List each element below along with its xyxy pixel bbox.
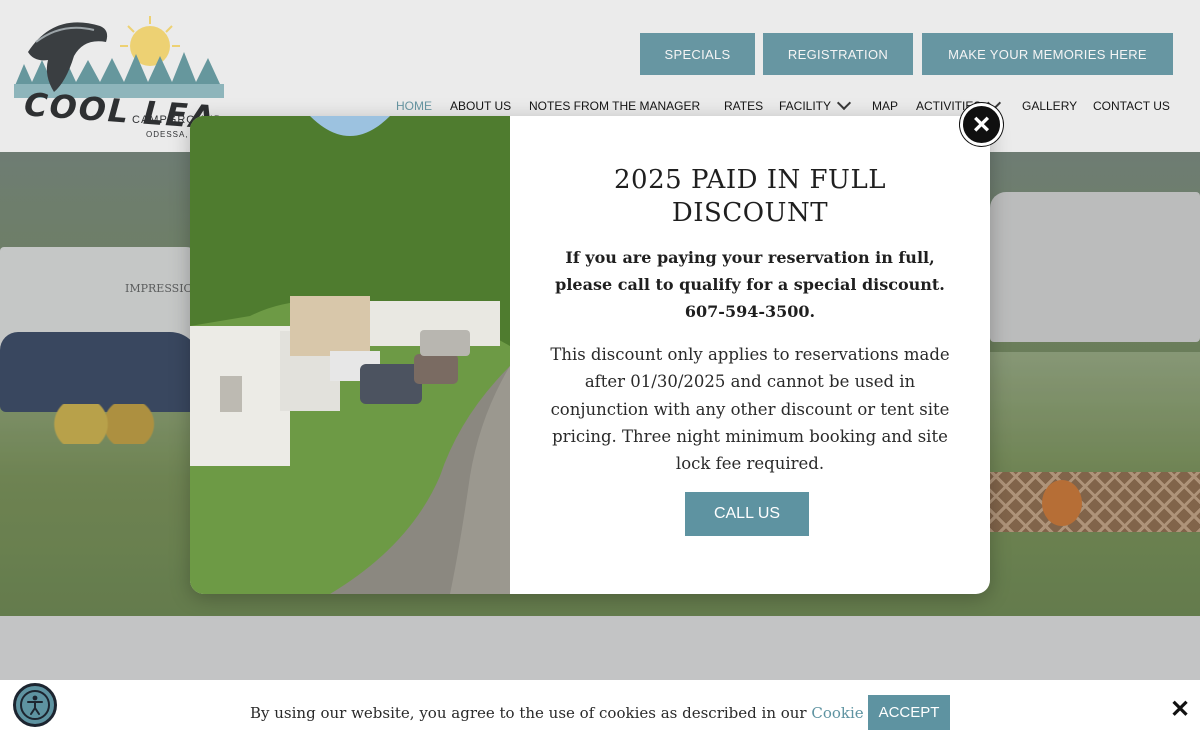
modal-campground-photo — [190, 116, 510, 594]
accessibility-button[interactable] — [13, 683, 57, 727]
close-modal-button[interactable]: × — [960, 103, 1003, 146]
close-icon: × — [972, 107, 991, 141]
accessibility-icon — [20, 690, 50, 720]
cookie-message-text: By using our website, you agree to the u… — [250, 704, 812, 722]
cookie-consent-bar: By using our website, you agree to the u… — [0, 680, 1200, 740]
discount-modal: 2025 PAID IN FULL DISCOUNT If you are pa… — [190, 116, 990, 594]
modal-content: 2025 PAID IN FULL DISCOUNT If you are pa… — [510, 116, 990, 594]
accept-cookies-button[interactable]: ACCEPT — [868, 695, 950, 730]
modal-title: 2025 PAID IN FULL DISCOUNT — [614, 165, 886, 228]
close-cookie-bar-button[interactable]: ✕ — [1170, 698, 1190, 722]
cookie-message: By using our website, you agree to the u… — [250, 704, 913, 722]
call-us-button[interactable]: CALL US — [685, 492, 809, 536]
modal-lead-text: If you are paying your reservation in fu… — [555, 248, 945, 321]
campground-road-image — [190, 116, 510, 594]
modal-body-text: This discount only applies to reservatio… — [550, 345, 950, 474]
close-icon: ✕ — [1170, 696, 1191, 723]
